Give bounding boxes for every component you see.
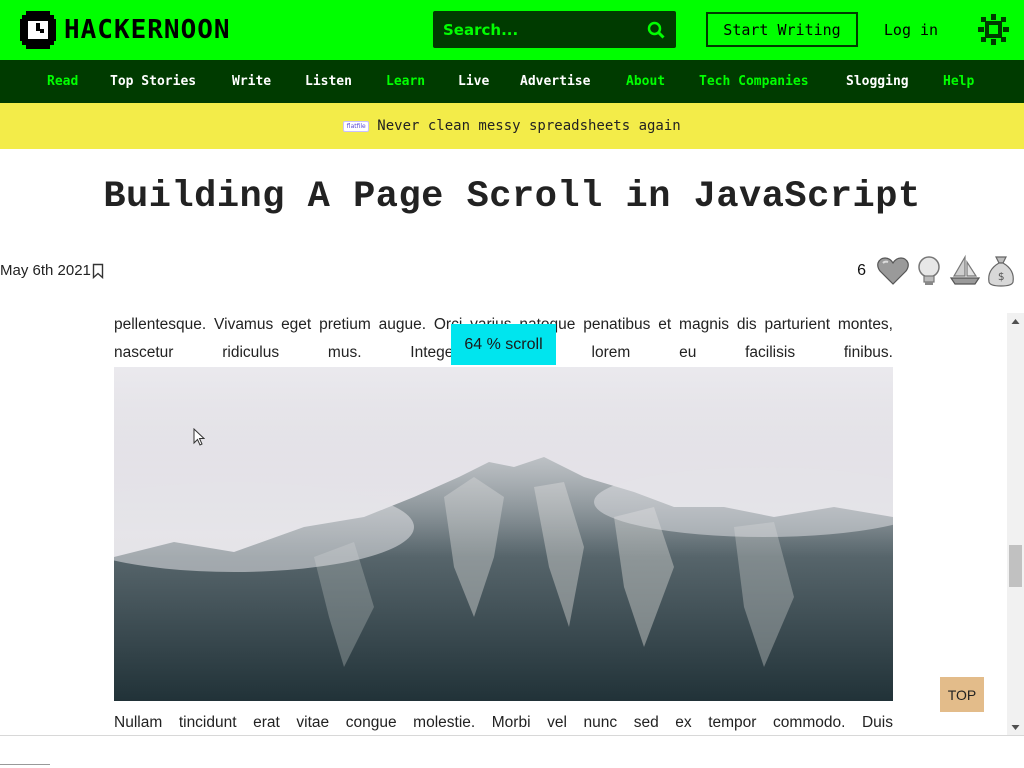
article-title: Building A Page Scroll in JavaScript bbox=[103, 176, 921, 218]
article-date-row: May 6th 2021 bbox=[0, 262, 104, 279]
start-writing-button[interactable]: Start Writing bbox=[706, 12, 858, 47]
article-paragraph: Nullam tincidunt erat vitae congue moles… bbox=[114, 714, 893, 731]
nav-item-write[interactable]: Write bbox=[232, 60, 271, 103]
nav-item-learn[interactable]: Learn bbox=[386, 60, 425, 103]
article-date: May 6th 2021 bbox=[0, 262, 91, 279]
mouse-cursor-icon bbox=[193, 428, 205, 446]
lightbulb-icon[interactable] bbox=[912, 254, 946, 288]
main-nav: Read Top Stories Write Listen Learn Live… bbox=[0, 60, 1024, 103]
nav-item-read[interactable]: Read bbox=[47, 60, 78, 103]
heart-icon[interactable] bbox=[876, 254, 910, 288]
logo-text: HACKERNOON bbox=[64, 15, 231, 45]
nav-item-live[interactable]: Live bbox=[458, 60, 489, 103]
scrollbar-thumb[interactable] bbox=[1009, 545, 1022, 587]
money-bag-icon[interactable]: $ bbox=[984, 254, 1018, 288]
sun-icon[interactable] bbox=[978, 14, 1009, 45]
content-scrollbar[interactable] bbox=[1007, 313, 1024, 736]
scroll-up-arrow-icon[interactable] bbox=[1007, 313, 1024, 330]
nav-item-about[interactable]: About bbox=[626, 60, 665, 103]
bottom-edge-element bbox=[0, 764, 50, 768]
nav-item-top-stories[interactable]: Top Stories bbox=[110, 60, 196, 103]
svg-text:$: $ bbox=[998, 270, 1005, 283]
search-icon[interactable] bbox=[647, 21, 665, 39]
login-link[interactable]: Log in bbox=[878, 12, 944, 47]
nav-item-tech-companies[interactable]: Tech Companies bbox=[699, 60, 809, 103]
frame-divider bbox=[0, 735, 1024, 736]
scroll-progress-indicator: 64 % scroll bbox=[451, 324, 556, 365]
top-header: HACKERNOON Start Writing Log in bbox=[0, 0, 1024, 60]
search-input[interactable] bbox=[433, 11, 633, 48]
nav-item-help[interactable]: Help bbox=[943, 60, 974, 103]
search-box[interactable] bbox=[433, 11, 676, 48]
logo-icon bbox=[20, 11, 56, 49]
nav-item-advertise[interactable]: Advertise bbox=[520, 60, 590, 103]
scroll-down-arrow-icon[interactable] bbox=[1007, 719, 1024, 736]
mountain-fog-image bbox=[114, 367, 893, 701]
promo-badge: flatfile bbox=[343, 120, 370, 132]
nav-item-listen[interactable]: Listen bbox=[305, 60, 352, 103]
reaction-count: 6 bbox=[857, 262, 866, 279]
promo-banner[interactable]: flatfile Never clean messy spreadsheets … bbox=[0, 103, 1024, 149]
article-body-frame[interactable]: pellentesque. Vivamus eget pretium augue… bbox=[0, 313, 1024, 736]
promo-text[interactable]: Never clean messy spreadsheets again bbox=[377, 118, 680, 134]
logo[interactable]: HACKERNOON bbox=[20, 10, 231, 50]
reactions-bar: 6 $ bbox=[857, 253, 1018, 289]
boat-icon[interactable] bbox=[948, 254, 982, 288]
scroll-to-top-button[interactable]: TOP bbox=[940, 677, 984, 712]
nav-item-slogging[interactable]: Slogging bbox=[846, 60, 909, 103]
bookmark-icon[interactable] bbox=[92, 263, 104, 279]
